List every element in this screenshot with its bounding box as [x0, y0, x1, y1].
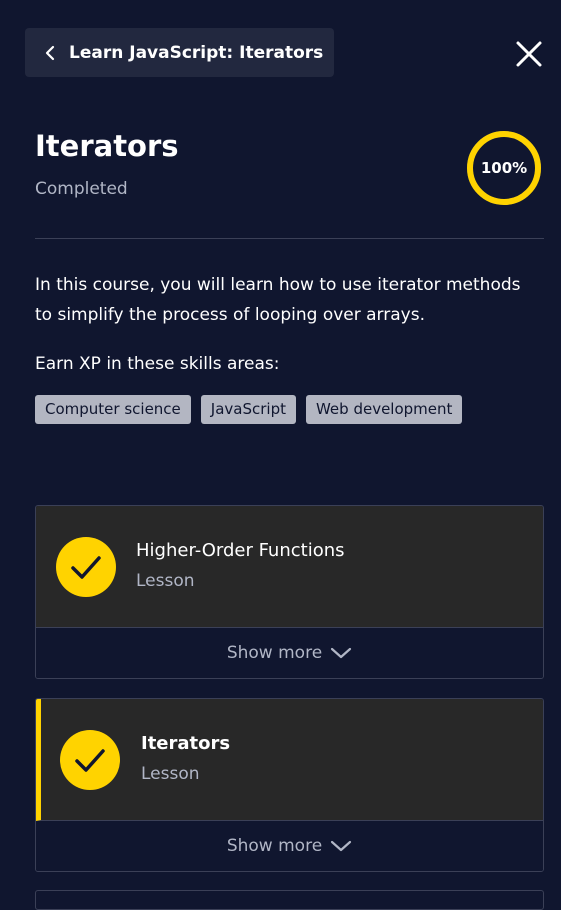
chevron-down-icon — [330, 839, 352, 853]
skill-tags: Computer science JavaScript Web developm… — [35, 395, 463, 424]
skill-tag: JavaScript — [200, 395, 296, 424]
lesson-title: Iterators — [141, 733, 231, 754]
back-button-label: Learn JavaScript: Iterators — [69, 42, 324, 63]
lesson-type: Lesson — [136, 571, 195, 591]
show-more-label: Show more — [226, 836, 323, 856]
progress-percentage: 100% — [480, 159, 528, 177]
show-more-button[interactable]: Show more — [36, 821, 543, 871]
course-title: Iterators — [35, 129, 179, 163]
course-description: In this course, you will learn how to us… — [35, 275, 521, 325]
header-divider — [35, 238, 544, 239]
show-more-button[interactable]: Show more — [36, 628, 543, 678]
show-more-label: Show more — [226, 643, 323, 663]
check-icon — [60, 730, 120, 790]
close-icon[interactable] — [513, 38, 545, 70]
lesson-card-current: Iterators Lesson Show more — [35, 698, 544, 872]
chevron-down-icon — [330, 646, 352, 660]
skills-heading: Earn XP in these skills areas: — [35, 354, 280, 374]
course-status: Completed — [35, 179, 128, 199]
chevron-left-icon — [45, 45, 55, 61]
lesson-card: Higher-Order Functions Lesson Show more — [35, 505, 544, 679]
lesson-header[interactable]: Higher-Order Functions Lesson — [36, 506, 543, 628]
progress-ring: 100% — [465, 129, 543, 207]
lesson-title: Higher-Order Functions — [136, 540, 345, 561]
lesson-type: Lesson — [141, 764, 200, 784]
lesson-header[interactable]: Iterators Lesson — [36, 699, 543, 821]
lesson-card — [35, 890, 544, 910]
check-icon — [56, 537, 116, 597]
skill-tag: Web development — [305, 395, 463, 424]
back-to-course-button[interactable]: Learn JavaScript: Iterators — [25, 28, 334, 77]
skill-tag: Computer science — [35, 395, 191, 424]
